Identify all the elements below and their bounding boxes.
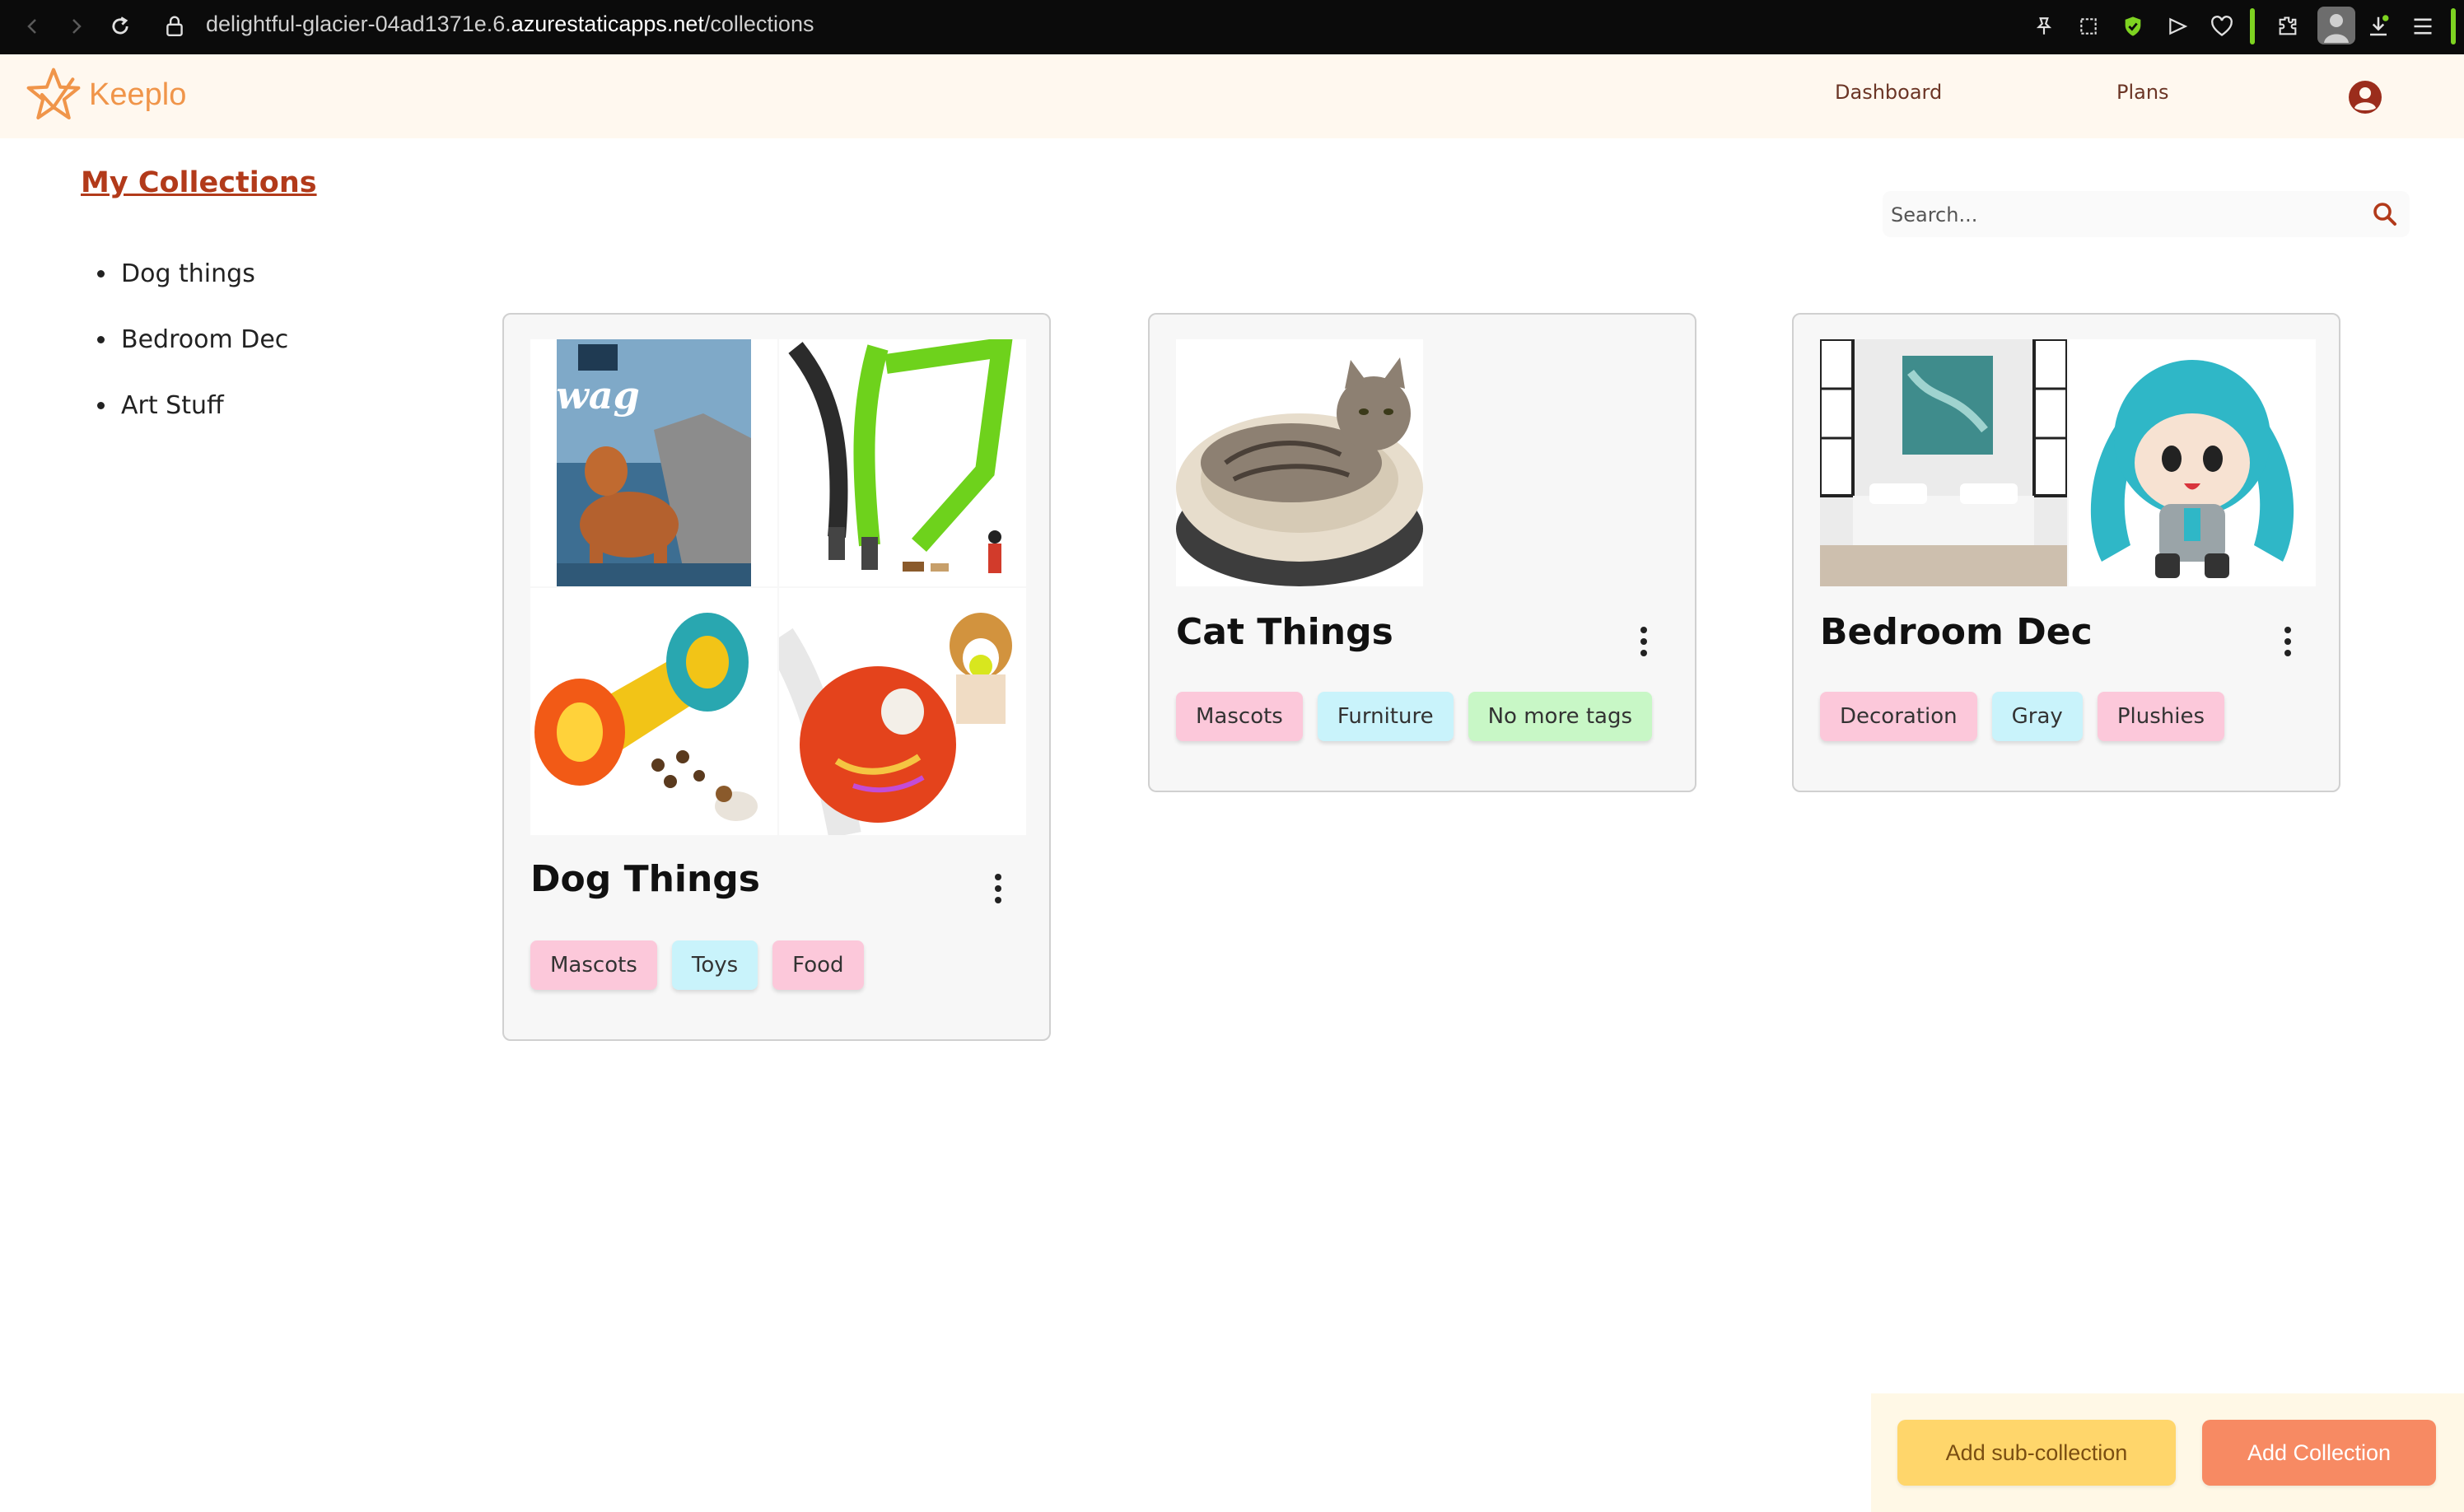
address-bar[interactable]: delightful-glacier-04ad1371e.6.azurestat… [206,12,814,37]
tag-chip[interactable]: Plushies [2097,692,2224,741]
tag-list: Mascots Toys Food [530,940,864,990]
collection-card-cat-things[interactable]: Cat Things Mascots Furniture No more tag… [1148,313,1696,792]
sidebar-item-label: Dog things [121,259,255,288]
account-icon[interactable] [2347,79,2383,119]
more-options-icon[interactable] [1636,621,1652,662]
tag-list: Mascots Furniture No more tags [1176,692,1653,741]
search-box [1883,191,2410,239]
more-options-icon[interactable] [990,868,1006,909]
card-image-bedroom [1820,339,2067,586]
tag-list: Decoration Gray Plushies [1820,692,2224,741]
brand-name: Keeplo [89,77,187,112]
extensions-icon[interactable] [2271,10,2304,43]
card-image-cat-bed [1176,339,1423,586]
search-input[interactable] [1889,191,2354,239]
tag-chip[interactable]: Toys [671,940,758,990]
url-domain: azurestaticapps.net [511,12,704,36]
star-logo-icon [26,68,81,120]
pin-icon[interactable] [2028,10,2060,43]
tag-chip[interactable]: No more tags [1468,692,1653,741]
sidebar-item-label: Art Stuff [121,390,224,420]
app-header [0,54,2464,138]
collection-card-dog-things[interactable]: wag Dog Things Mascots Toys Food [502,313,1051,1041]
nav-dashboard[interactable]: Dashboard [1835,81,1942,104]
lock-icon[interactable] [158,10,191,43]
heart-icon[interactable] [2205,10,2238,43]
bullet [97,335,105,343]
card-image-green-leash [779,339,1026,586]
url-path: /collections [703,12,814,36]
url-prefix: delightful-glacier-04ad1371e.6. [206,12,511,36]
sidebar-item-bedroom-dec[interactable]: Bedroom Dec [97,306,288,372]
tag-chip[interactable]: Furniture [1317,692,1454,741]
tag-chip[interactable]: Mascots [530,940,657,990]
profile-avatar-icon[interactable] [2316,5,2357,46]
brand-logo[interactable]: Keeplo [25,66,186,124]
my-collections-link[interactable]: My Collections [81,166,317,199]
card-title[interactable]: Bedroom Dec [1820,611,2093,653]
collections-list: Dog things Bedroom Dec Art Stuff [97,240,288,438]
shield-icon[interactable] [2116,10,2149,43]
tag-chip[interactable]: Gray [1991,692,2083,741]
bullet [97,269,105,278]
card-title[interactable]: Dog Things [530,858,760,900]
add-collection-button[interactable]: Add Collection [2202,1420,2436,1486]
separator-bar [2451,8,2456,44]
tag-chip[interactable]: Decoration [1820,692,1977,741]
back-icon[interactable] [16,10,49,43]
menu-icon[interactable] [2406,10,2439,43]
card-image-dog-food: wag [530,339,777,586]
reload-icon[interactable] [104,10,137,43]
download-icon[interactable] [2362,10,2395,43]
forward-icon[interactable] [59,10,92,43]
search-icon[interactable] [2370,199,2400,232]
card-image-ball-toy [779,588,1026,835]
tag-chip[interactable]: Food [772,940,864,990]
card-image-treat-toy [530,588,777,835]
separator-bar [2250,8,2255,44]
nav-plans[interactable]: Plans [2116,81,2169,104]
sidebar-item-dog-things[interactable]: Dog things [97,240,288,306]
bullet [97,401,105,409]
sidebar-item-label: Bedroom Dec [121,324,289,354]
card-image-plush [2069,339,2316,586]
screenshot-icon[interactable] [2072,10,2105,43]
browser-toolbar: delightful-glacier-04ad1371e.6.azurestat… [0,0,2464,54]
card-title[interactable]: Cat Things [1176,611,1393,653]
more-options-icon[interactable] [2280,621,2296,662]
collection-card-bedroom-dec[interactable]: Bedroom Dec Decoration Gray Plushies [1792,313,2340,792]
send-icon[interactable] [2161,10,2194,43]
svg-text:wag: wag [556,373,640,418]
sidebar-item-art-stuff[interactable]: Art Stuff [97,372,288,438]
add-sub-collection-button[interactable]: Add sub-collection [1897,1420,2176,1486]
tag-chip[interactable]: Mascots [1176,692,1303,741]
